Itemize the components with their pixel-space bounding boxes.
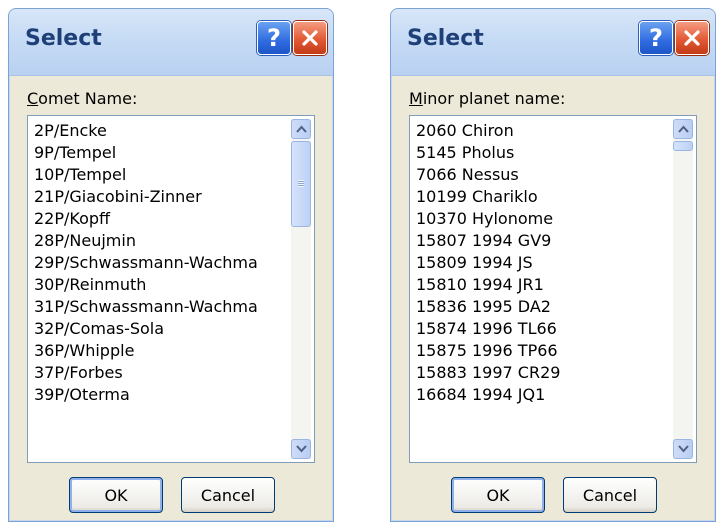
comet-select-dialog: Select ? Comet Name: 2P/Encke 9P/Tempel 10… bbox=[8, 8, 334, 522]
cancel-button[interactable]: Cancel bbox=[181, 477, 275, 513]
list-item[interactable]: 9P/Tempel bbox=[34, 142, 288, 164]
list-item[interactable]: 30P/Reinmuth bbox=[34, 274, 288, 296]
close-button[interactable] bbox=[675, 21, 709, 55]
dialog-title: Select bbox=[25, 26, 102, 51]
label-text: inor planet name: bbox=[422, 89, 566, 108]
dialog-title: Select bbox=[407, 26, 484, 51]
comet-name-label: Comet Name: bbox=[27, 89, 137, 108]
help-button[interactable]: ? bbox=[639, 21, 673, 55]
thumb-grip-icon bbox=[298, 180, 304, 187]
scroll-up-button[interactable] bbox=[673, 119, 693, 139]
chevron-down-icon bbox=[295, 445, 307, 453]
title-bar[interactable]: Select ? bbox=[391, 9, 715, 76]
list-item[interactable]: 15836 1995 DA2 bbox=[416, 296, 670, 318]
chevron-up-icon bbox=[677, 125, 689, 133]
list-item[interactable]: 22P/Kopff bbox=[34, 208, 288, 230]
list-item[interactable]: 5145 Pholus bbox=[416, 142, 670, 164]
list-item[interactable]: 39P/Oterma bbox=[34, 384, 288, 406]
ok-button[interactable]: OK bbox=[451, 477, 545, 513]
list-item[interactable]: 15883 1997 CR29 bbox=[416, 362, 670, 384]
scroll-down-button[interactable] bbox=[673, 439, 693, 459]
question-mark-icon: ? bbox=[649, 24, 663, 52]
label-text: omet Name: bbox=[38, 89, 138, 108]
list-item[interactable]: 28P/Neujmin bbox=[34, 230, 288, 252]
comet-listbox[interactable]: 2P/Encke 9P/Tempel 10P/Tempel 21P/Giacobini… bbox=[27, 115, 315, 463]
close-button[interactable] bbox=[293, 21, 327, 55]
list-item[interactable]: 15809 1994 JS bbox=[416, 252, 670, 274]
list-item[interactable]: 2060 Chiron bbox=[416, 120, 670, 142]
minor-planet-items: 2060 Chiron 5145 Pholus 7066 Nessus 10199 C… bbox=[416, 120, 670, 406]
list-item[interactable]: 10370 Hylonome bbox=[416, 208, 670, 230]
list-item[interactable]: 15807 1994 GV9 bbox=[416, 230, 670, 252]
minor-planet-name-label: Minor planet name: bbox=[409, 89, 565, 108]
title-bar[interactable]: Select ? bbox=[9, 9, 333, 76]
list-item[interactable]: 32P/Comas-Sola bbox=[34, 318, 288, 340]
ok-button[interactable]: OK bbox=[69, 477, 163, 513]
help-button[interactable]: ? bbox=[257, 21, 291, 55]
list-item[interactable]: 15810 1994 JR1 bbox=[416, 274, 670, 296]
minor-planet-listbox[interactable]: 2060 Chiron 5145 Pholus 7066 Nessus 10199 C… bbox=[409, 115, 697, 463]
minor-planet-select-dialog: Select ? Minor planet name: 2060 Chiron 5… bbox=[390, 8, 716, 522]
list-item[interactable]: 10199 Chariklo bbox=[416, 186, 670, 208]
scroll-thumb[interactable] bbox=[673, 141, 693, 151]
comet-items: 2P/Encke 9P/Tempel 10P/Tempel 21P/Giacobini… bbox=[34, 120, 288, 406]
close-icon bbox=[684, 30, 700, 46]
list-item[interactable]: 36P/Whipple bbox=[34, 340, 288, 362]
list-item[interactable]: 7066 Nessus bbox=[416, 164, 670, 186]
list-item[interactable]: 2P/Encke bbox=[34, 120, 288, 142]
list-item[interactable]: 31P/Schwassmann-Wachma bbox=[34, 296, 288, 318]
scroll-up-button[interactable] bbox=[291, 119, 311, 139]
list-item[interactable]: 15874 1996 TL66 bbox=[416, 318, 670, 340]
cancel-button[interactable]: Cancel bbox=[563, 477, 657, 513]
list-item[interactable]: 21P/Giacobini-Zinner bbox=[34, 186, 288, 208]
list-item[interactable]: 29P/Schwassmann-Wachma bbox=[34, 252, 288, 274]
chevron-down-icon bbox=[677, 445, 689, 453]
question-mark-icon: ? bbox=[267, 24, 281, 52]
label-access-key: M bbox=[409, 89, 423, 108]
list-item[interactable]: 37P/Forbes bbox=[34, 362, 288, 384]
vertical-scrollbar[interactable] bbox=[291, 119, 311, 459]
list-item[interactable]: 16684 1994 JQ1 bbox=[416, 384, 670, 406]
label-access-key: C bbox=[27, 89, 39, 108]
vertical-scrollbar[interactable] bbox=[673, 119, 693, 459]
list-item[interactable]: 10P/Tempel bbox=[34, 164, 288, 186]
list-item[interactable]: 15875 1996 TP66 bbox=[416, 340, 670, 362]
close-icon bbox=[302, 30, 318, 46]
chevron-up-icon bbox=[295, 125, 307, 133]
scroll-down-button[interactable] bbox=[291, 439, 311, 459]
scroll-thumb[interactable] bbox=[291, 141, 311, 227]
